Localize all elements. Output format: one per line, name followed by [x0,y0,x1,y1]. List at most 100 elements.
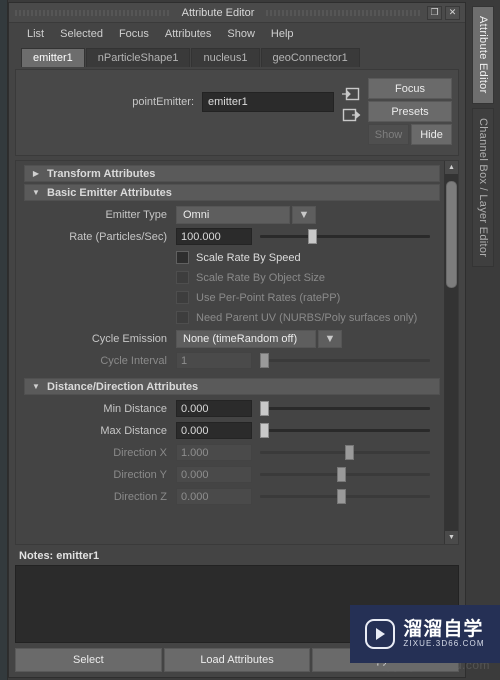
rate-input[interactable]: 100.000 [176,228,252,245]
menu-item-show[interactable]: Show [219,26,263,42]
direction-x-slider[interactable] [260,444,430,461]
title-grip-left [15,9,170,16]
cycle-emission-dropdown[interactable]: None (timeRandom off) [176,329,316,348]
tab-emitter1[interactable]: emitter1 [21,48,85,67]
emitter-type-dropdown[interactable]: Omni [176,205,290,224]
section-collapse-arrow: ▼ [32,188,40,197]
min-distance-label: Min Distance [103,402,167,415]
cycle-interval-input[interactable]: 1 [176,352,252,369]
node-input-icon[interactable] [341,86,361,102]
menu-item-attributes[interactable]: Attributes [157,26,219,42]
scale-rate-by-object-size-label: Scale Rate By Object Size [196,271,326,284]
row-need-parent-uv: Need Parent UV (NURBS/Poly surfaces only… [24,308,440,327]
notes-textarea[interactable] [15,565,459,643]
direction-z-label: Direction Z [113,490,167,503]
need-parent-uv-checkbox[interactable] [176,311,189,324]
show-button[interactable]: Show [368,124,409,145]
select-button[interactable]: Select [15,648,162,672]
attribute-list: ▶ Transform Attributes ▼ Basic Emitter A… [16,161,444,544]
min-distance-input[interactable]: 0.000 [176,400,252,417]
row-scale-rate-by-object-size: Scale Rate By Object Size [24,268,440,287]
slider-thumb[interactable] [260,401,269,416]
tab-nparticleshape1[interactable]: nParticleShape1 [85,48,191,67]
side-tab-label: Attribute Editor [477,16,489,94]
slider-thumb[interactable] [345,445,354,460]
side-tab-label: Channel Box / Layer Editor [477,117,489,257]
header-buttons: Focus Presets Show Hide [368,78,452,145]
attribute-scroll-wrapper: ▶ Transform Attributes ▼ Basic Emitter A… [15,160,459,545]
cycle-interval-slider[interactable] [260,352,430,369]
direction-z-input[interactable]: 0.000 [176,488,252,505]
attribute-editor-window: Attribute Editor ❐ ✕ List Selected Focus… [0,0,500,680]
window-title: Attribute Editor [181,6,255,19]
direction-x-input[interactable]: 1.000 [176,444,252,461]
row-rate: Rate (Particles/Sec) 100.000 [24,226,440,247]
direction-z-slider[interactable] [260,488,430,505]
slider-thumb[interactable] [260,423,269,438]
scale-rate-by-speed-checkbox[interactable] [176,251,189,264]
menu-item-list[interactable]: List [19,26,52,42]
menu-item-selected[interactable]: Selected [52,26,111,42]
section-distance-direction-attributes[interactable]: ▼ Distance/Direction Attributes [24,378,440,395]
section-transform-attributes[interactable]: ▶ Transform Attributes [24,165,440,182]
max-distance-label: Max Distance [100,424,167,437]
close-window-button[interactable]: ✕ [445,5,461,20]
restore-window-button[interactable]: ❐ [427,5,443,20]
section-basic-emitter-attributes[interactable]: ▼ Basic Emitter Attributes [24,184,440,201]
scroll-up-arrow-icon[interactable]: ▲ [445,161,458,174]
use-per-point-rates-checkbox[interactable] [176,291,189,304]
cycle-emission-label: Cycle Emission [91,332,167,345]
row-direction-y: Direction Y 0.000 [24,464,440,485]
slider-thumb[interactable] [336,467,346,482]
need-parent-uv-label: Need Parent UV (NURBS/Poly surfaces only… [196,311,418,324]
direction-y-label: Direction Y [113,468,167,481]
slider-thumb[interactable] [260,353,269,368]
rate-slider[interactable] [260,228,430,245]
tab-nucleus1[interactable]: nucleus1 [191,48,260,67]
cycle-emission-dropdown-arrow[interactable]: ▼ [318,329,342,348]
copy-tab-button[interactable]: Copy Tab [312,648,460,672]
use-per-point-rates-label: Use Per-Point Rates (ratePP) [196,291,341,304]
section-collapse-arrow: ▶ [32,169,40,178]
section-body-distance-direction: Min Distance 0.000 Max Distance 0.000 Di… [16,395,444,512]
menu-item-help[interactable]: Help [263,26,302,42]
focus-button[interactable]: Focus [368,78,452,99]
scroll-down-arrow-icon[interactable]: ▼ [445,531,458,544]
slider-thumb[interactable] [307,229,317,244]
row-max-distance: Max Distance 0.000 [24,420,440,441]
scale-rate-by-object-size-checkbox[interactable] [176,271,189,284]
tab-geoconnector1[interactable]: geoConnector1 [260,48,360,67]
load-attributes-button[interactable]: Load Attributes [163,648,311,672]
slider-track [260,359,430,362]
scrollbar-trough[interactable] [445,174,458,531]
node-header-panel: pointEmitter: emitter1 Focus Presets Sho… [15,69,459,156]
node-output-icon[interactable] [341,107,361,123]
show-hide-group: Show Hide [368,124,452,145]
presets-button[interactable]: Presets [368,101,452,122]
direction-x-label: Direction X [113,446,167,459]
cycle-emission-value: None (timeRandom off) [183,332,298,345]
row-scale-rate-by-speed: Scale Rate By Speed [24,248,440,267]
side-tab-attribute-editor[interactable]: Attribute Editor [472,6,494,104]
emitter-type-dropdown-arrow[interactable]: ▼ [292,205,316,224]
side-tab-channel-box-layer-editor[interactable]: Channel Box / Layer Editor [472,107,494,267]
attribute-scrollbar[interactable]: ▲ ▼ [444,161,458,544]
node-name-row: pointEmitter: emitter1 [22,78,334,112]
max-distance-slider[interactable] [260,422,430,439]
row-direction-z: Direction Z 0.000 [24,486,440,507]
section-title: Distance/Direction Attributes [47,380,199,393]
min-distance-slider[interactable] [260,400,430,417]
menu-item-focus[interactable]: Focus [111,26,157,42]
notes-section: Notes: emitter1 [15,549,459,643]
max-distance-input[interactable]: 0.000 [176,422,252,439]
direction-y-slider[interactable] [260,466,430,483]
title-grip-right [266,9,422,16]
direction-y-input[interactable]: 0.000 [176,466,252,483]
scrollbar-thumb[interactable] [446,181,457,289]
node-name-input[interactable]: emitter1 [202,92,334,112]
hide-button[interactable]: Hide [411,124,452,145]
right-dock-rail: Attribute Editor Channel Box / Layer Edi… [466,0,500,680]
cycle-interval-label: Cycle Interval [100,354,167,367]
slider-thumb[interactable] [336,489,346,504]
title-bar: Attribute Editor ❐ ✕ [9,3,465,23]
